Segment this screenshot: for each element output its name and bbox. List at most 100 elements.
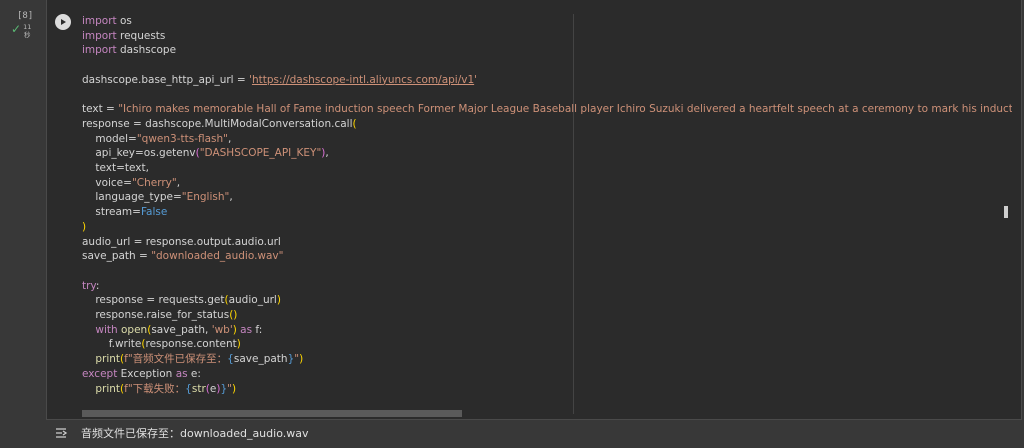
code-token: save_path = bbox=[82, 250, 152, 263]
output-text: 音频文件已保存至：downloaded_audio.wav bbox=[81, 427, 309, 440]
code-line: stream=False bbox=[82, 205, 1012, 220]
code-token: response.content bbox=[145, 338, 237, 351]
code-line: import os bbox=[82, 14, 1012, 29]
code-token: response = requests.get bbox=[82, 294, 225, 307]
vertical-scrollbar[interactable] bbox=[1004, 206, 1008, 218]
code-token: ( bbox=[352, 117, 357, 130]
code-token: as bbox=[240, 323, 253, 336]
play-circle-icon bbox=[61, 19, 66, 25]
execution-time: 11 秒 bbox=[23, 23, 31, 39]
check-icon: ✓ bbox=[11, 22, 22, 36]
code-token: response.raise_for_status bbox=[82, 309, 230, 322]
code-token: except bbox=[82, 367, 118, 380]
horizontal-scrollbar[interactable] bbox=[82, 410, 462, 417]
code-token: "qwen3-tts-flash" bbox=[136, 132, 229, 145]
code-token: stream= bbox=[82, 206, 141, 219]
code-token: ) bbox=[299, 353, 304, 366]
code-token: dashscope bbox=[116, 44, 177, 57]
code-token: e: bbox=[187, 367, 201, 380]
code-token: f: bbox=[252, 323, 263, 336]
code-token: , bbox=[176, 176, 181, 189]
code-token: import bbox=[82, 44, 117, 57]
code-token: import bbox=[82, 15, 117, 27]
code-line: ) bbox=[82, 220, 1012, 235]
code-token: ) bbox=[276, 294, 281, 307]
code-line: text=text, bbox=[82, 161, 1012, 176]
code-token: 'wb' bbox=[211, 323, 233, 336]
code-token: print bbox=[95, 382, 121, 395]
code-token: f"下载失败： bbox=[124, 382, 186, 395]
code-token: "downloaded_audio.wav" bbox=[151, 250, 284, 263]
code-token: try bbox=[82, 279, 96, 292]
code-token: f.write bbox=[82, 338, 142, 351]
code-token: audio_url = response.output.audio.url bbox=[82, 235, 281, 248]
execution-status: ✓ 11 秒 bbox=[11, 23, 31, 39]
code-line: response = requests.get(audio_url) bbox=[82, 293, 1012, 308]
code-token: https://dashscope-intl.aliyuncs.com/api/… bbox=[251, 73, 475, 86]
code-token: text=text, bbox=[82, 162, 149, 175]
code-token: requests bbox=[116, 29, 166, 42]
output-toggle-icon[interactable] bbox=[54, 426, 68, 440]
code-token: "DASHSCOPE_API_KEY" bbox=[199, 147, 322, 160]
code-token: api_key=os.getenv bbox=[82, 147, 196, 160]
code-token: with bbox=[95, 323, 118, 336]
code-line: text = "Ichiro makes memorable Hall of F… bbox=[82, 102, 1012, 117]
code-cell[interactable]: import os import requests import dashscope… bbox=[46, 0, 1022, 420]
code-token: ) bbox=[231, 382, 237, 395]
code-line: language_type="English", bbox=[82, 190, 1012, 205]
code-editor[interactable]: import os import requests import dashscope… bbox=[82, 14, 1012, 396]
code-token: ' bbox=[474, 73, 478, 86]
code-line: import requests bbox=[82, 29, 1012, 44]
code-line: audio_url = response.output.audio.url bbox=[82, 235, 1012, 250]
code-token: , bbox=[325, 147, 329, 160]
code-token: , bbox=[229, 191, 233, 204]
code-line: dashscope.base_http_api_url = 'https://d… bbox=[82, 73, 1012, 88]
code-token: ) bbox=[82, 220, 87, 233]
execution-count: [8] bbox=[17, 11, 34, 21]
code-line: model="qwen3-tts-flash", bbox=[82, 132, 1012, 147]
code-line: api_key=os.getenv("DASHSCOPE_API_KEY"), bbox=[82, 146, 1012, 161]
code-token: open bbox=[120, 323, 148, 336]
code-line: import dashscope bbox=[82, 43, 1012, 58]
code-line: try: bbox=[82, 279, 1012, 294]
code-token: model= bbox=[82, 132, 137, 145]
run-cell-button[interactable] bbox=[55, 14, 71, 30]
code-token: f"音频文件已保存至： bbox=[124, 353, 228, 366]
code-token: ) bbox=[236, 338, 241, 351]
code-token: response = dashscope.MultiModalConversat… bbox=[82, 117, 353, 130]
code-token: print bbox=[95, 353, 121, 366]
code-token: audio_url bbox=[228, 294, 277, 307]
execution-time-unit: 秒 bbox=[23, 31, 31, 39]
code-token: language_type= bbox=[82, 191, 182, 204]
code-token: import bbox=[82, 29, 117, 42]
code-token: str bbox=[191, 382, 206, 395]
code-token: Exception bbox=[117, 367, 176, 380]
code-token: { bbox=[185, 382, 192, 395]
code-token: voice= bbox=[82, 176, 132, 189]
code-token: os bbox=[116, 15, 132, 27]
code-token: "English" bbox=[181, 191, 230, 204]
code-line: response.raise_for_status() bbox=[82, 308, 1012, 323]
code-token: save_path, bbox=[151, 323, 212, 336]
code-token: "Ichiro makes memorable Hall of Fame ind… bbox=[118, 103, 1012, 116]
code-line: print(f"音频文件已保存至：{save_path}") bbox=[82, 352, 1012, 367]
code-line: f.write(response.content) bbox=[82, 337, 1012, 352]
cell-gutter: [8] ✓ 11 秒 bbox=[0, 0, 44, 448]
code-token: text = bbox=[82, 103, 119, 116]
code-token: dashscope.base_http_api_url = bbox=[82, 73, 250, 86]
code-token: () bbox=[229, 309, 238, 322]
code-token: , bbox=[228, 132, 232, 145]
code-line: voice="Cherry", bbox=[82, 176, 1012, 191]
code-line: response = dashscope.MultiModalConversat… bbox=[82, 117, 1012, 132]
code-token: as bbox=[175, 367, 188, 380]
code-token: "Cherry" bbox=[131, 176, 177, 189]
code-token: save_path bbox=[233, 353, 288, 366]
code-token: : bbox=[95, 279, 100, 292]
code-line: except Exception as e: bbox=[82, 367, 1012, 382]
